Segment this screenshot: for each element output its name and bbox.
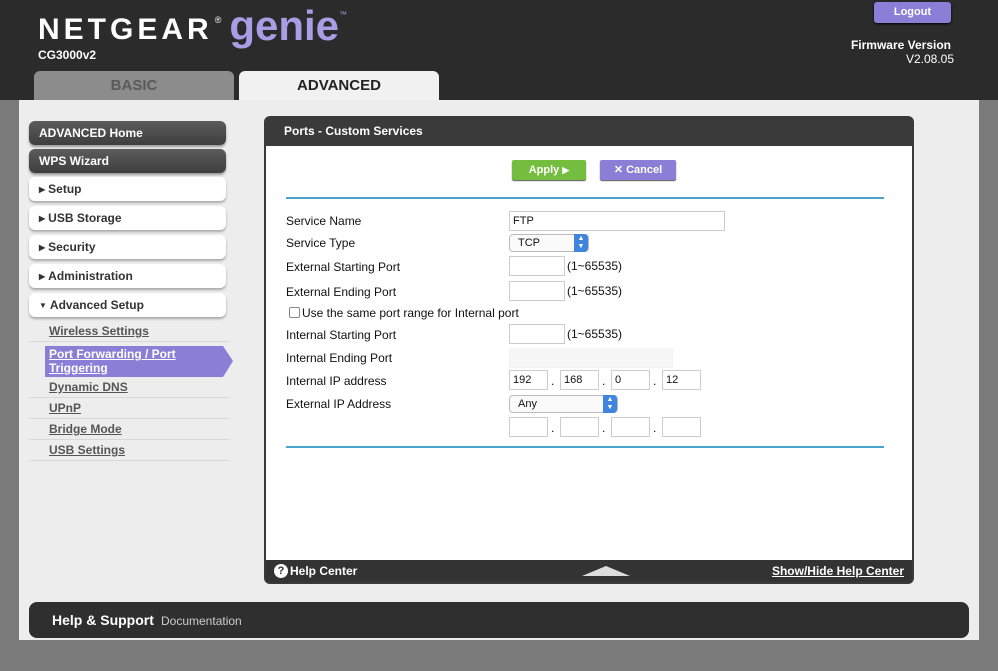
ext-start-port-label: External Starting Port (286, 260, 401, 274)
service-type-label: Service Type (286, 236, 356, 250)
apply-button[interactable]: Apply ▶ (512, 160, 586, 180)
int-ip-octet-2[interactable]: 168 (560, 370, 599, 390)
ext-ip-octet-2[interactable] (560, 417, 599, 437)
ext-ip-octet-3[interactable] (611, 417, 650, 437)
tab-advanced[interactable]: ADVANCED (239, 71, 439, 101)
select-arrows-icon: ▲ ▼ (603, 395, 617, 413)
service-name-label: Service Name (286, 214, 362, 228)
sidebar-item-label: USB Storage (48, 211, 122, 225)
caret-right-icon: ▶ (39, 272, 46, 281)
ext-ip-select-value: Any (518, 398, 537, 410)
brand-logo: NETGEAR ® genie ™ (38, 5, 347, 47)
select-arrows-icon: ▲ ▼ (574, 234, 588, 252)
caret-down-icon: ▼ (39, 301, 47, 310)
service-type-value: TCP (518, 237, 540, 249)
tab-basic[interactable]: BASIC (34, 71, 234, 101)
ip-dot: . (653, 374, 657, 388)
ext-end-port-label: External Ending Port (286, 285, 397, 299)
int-start-port-input[interactable] (509, 324, 565, 344)
int-ip-octet-3[interactable]: 0 (611, 370, 650, 390)
ip-dot: . (551, 374, 555, 388)
ext-ip-select[interactable]: Any ▲ ▼ (509, 395, 618, 413)
active-pointer-icon (223, 346, 233, 377)
help-center-label[interactable]: Help Center (290, 564, 357, 578)
apply-label: Apply (528, 164, 560, 176)
int-end-port-input (509, 348, 673, 368)
same-range-label: Use the same port range for Internal por… (302, 306, 519, 320)
sublink-port-forwarding[interactable]: Port Forwarding / Port Triggering (45, 346, 223, 377)
ext-end-port-input[interactable] (509, 281, 565, 301)
service-name-input[interactable]: FTP (509, 211, 725, 231)
help-support-title[interactable]: Help & Support (52, 612, 154, 628)
cancel-button[interactable]: ✕ Cancel (600, 160, 676, 180)
help-icon[interactable]: ? (274, 564, 288, 578)
int-end-port-label: Internal Ending Port (286, 351, 393, 365)
expand-up-icon[interactable] (582, 566, 630, 576)
sublink-usb-settings[interactable]: USB Settings (29, 440, 229, 461)
int-ip-octet-4[interactable]: 12 (662, 370, 701, 390)
sidebar-item-label: Setup (48, 182, 82, 196)
ip-dot: . (602, 421, 606, 435)
ip-dot: . (602, 374, 606, 388)
firmware-label: Firmware Version (850, 38, 951, 52)
ext-end-port-hint: (1~65535) (567, 284, 623, 298)
int-ip-label: Internal IP address (286, 374, 387, 388)
int-start-port-label: Internal Starting Port (286, 328, 397, 342)
ext-start-port-input[interactable] (509, 256, 565, 276)
ext-start-port-hint: (1~65535) (567, 259, 623, 273)
sidebar-item-label: Administration (48, 269, 133, 283)
sublink-wireless-settings[interactable]: Wireless Settings (29, 321, 229, 342)
footer-bar: Help & Support Documentation (29, 602, 969, 638)
cancel-label: Cancel (626, 164, 663, 176)
brand-netgear: NETGEAR (38, 13, 213, 46)
brand-genie: genie (229, 2, 340, 49)
int-start-port-hint: (1~65535) (567, 327, 623, 341)
sidebar-item-label: Security (48, 240, 96, 254)
ip-dot: . (551, 421, 555, 435)
caret-right-icon: ▶ (39, 185, 46, 194)
sidebar-item-security[interactable]: ▶ Security (29, 235, 226, 259)
sidebar-advanced-home[interactable]: ADVANCED Home (29, 121, 226, 145)
int-ip-octet-1[interactable]: 192 (509, 370, 548, 390)
same-range-checkbox[interactable] (289, 307, 300, 318)
caret-right-icon: ▶ (39, 214, 46, 223)
brand-trademark: ™ (339, 10, 348, 19)
service-type-select[interactable]: TCP ▲ ▼ (509, 234, 589, 252)
model-name: CG3000v2 (38, 48, 97, 62)
show-hide-help-link[interactable]: Show/Hide Help Center (772, 564, 904, 578)
brand-registered-mark: ® (214, 15, 222, 25)
ext-ip-octet-1[interactable] (509, 417, 548, 437)
close-icon: ✕ (613, 164, 624, 176)
sublink-bridge-mode[interactable]: Bridge Mode (29, 419, 229, 440)
firmware-value: V2.08.05 (905, 52, 954, 66)
sidebar-item-setup[interactable]: ▶ Setup (29, 177, 226, 201)
sidebar-item-advanced-setup[interactable]: ▼ Advanced Setup (29, 293, 226, 317)
ip-dot: . (653, 421, 657, 435)
sidebar-item-administration[interactable]: ▶ Administration (29, 264, 226, 288)
ext-ip-octet-4[interactable] (662, 417, 701, 437)
caret-right-icon: ▶ (39, 243, 46, 252)
sidebar-item-usb-storage[interactable]: ▶ USB Storage (29, 206, 226, 230)
divider-top (286, 197, 884, 199)
sidebar-wps-wizard[interactable]: WPS Wizard (29, 149, 226, 173)
logout-button[interactable]: Logout (874, 2, 951, 23)
ext-ip-label: External IP Address (286, 397, 392, 411)
play-icon: ▶ (562, 165, 570, 175)
sublink-upnp[interactable]: UPnP (29, 398, 229, 419)
panel-title: Ports - Custom Services (284, 124, 423, 138)
sublink-dynamic-dns[interactable]: Dynamic DNS (29, 377, 229, 398)
help-bar: ? Help Center Show/Hide Help Center (266, 560, 912, 582)
header: NETGEAR ® genie ™ CG3000v2 Logout Firmwa… (0, 0, 998, 101)
sidebar-item-label: Advanced Setup (49, 298, 144, 312)
divider-bottom (286, 446, 884, 448)
documentation-link[interactable]: Documentation (161, 614, 242, 628)
